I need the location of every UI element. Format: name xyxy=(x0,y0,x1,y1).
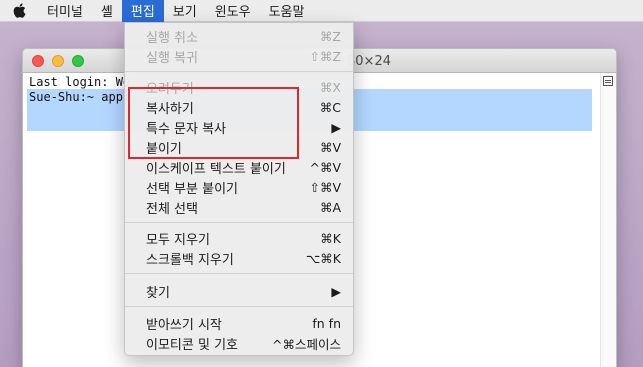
zoom-button[interactable] xyxy=(72,55,84,67)
menu-item-shortcut: ^⌘스페이스 xyxy=(272,336,341,352)
menu-item-shortcut: ⌘V xyxy=(319,139,341,155)
close-button[interactable] xyxy=(32,55,44,67)
menu-item-copy-special[interactable]: 특수 문자 복사 ▶ xyxy=(125,117,353,137)
menu-item-label: 이스케이프 텍스트 붙이기 xyxy=(146,161,286,177)
menu-item-undo[interactable]: 실행 취소 ⌘Z xyxy=(125,26,353,46)
menu-item-label: 복사하기 xyxy=(146,101,194,117)
menu-item-shortcut: ⌘X xyxy=(319,79,341,95)
menu-item-shortcut: ⌘C xyxy=(319,99,341,115)
menu-item-select-all[interactable]: 전체 선택 ⌘A xyxy=(125,197,353,217)
menu-item-label: 특수 문자 복사 xyxy=(146,121,227,137)
menu-separator xyxy=(125,306,353,307)
menu-item-paste[interactable]: 붙이기 ⌘V xyxy=(125,137,353,157)
menu-item-copy[interactable]: 복사하기 ⌘C xyxy=(125,97,353,117)
menu-item-label: 붙이기 xyxy=(146,141,182,157)
menu-item-shortcut: ⇧⌘Z xyxy=(309,48,341,64)
menu-item-label: 실행 취소 xyxy=(146,30,198,46)
submenu-arrow-icon: ▶ xyxy=(331,283,341,299)
menu-item-paste-escaped[interactable]: 이스케이프 텍스트 붙이기 ^⌘V xyxy=(125,157,353,177)
menu-view[interactable]: 보기 xyxy=(164,0,206,22)
menu-item-start-dictation[interactable]: 받아쓰기 시작 fn fn xyxy=(125,313,353,333)
apple-menu-icon[interactable] xyxy=(0,0,38,22)
split-pane-icon[interactable] xyxy=(603,76,613,86)
menu-separator xyxy=(125,273,353,274)
menu-separator xyxy=(125,222,353,223)
menu-item-cut[interactable]: 오려두기 ⌘X xyxy=(125,77,353,97)
menu-item-label: 받아쓰기 시작 xyxy=(146,317,222,333)
menu-bar: 터미널 셸 편집 보기 윈도우 도움말 xyxy=(0,0,643,22)
menu-item-shortcut: ⌘K xyxy=(320,230,341,246)
menu-item-clear-all[interactable]: 모두 지우기 ⌘K xyxy=(125,228,353,248)
submenu-arrow-icon: ▶ xyxy=(331,119,341,135)
menu-item-emoji-symbols[interactable]: 이모티콘 및 기호 ^⌘스페이스 xyxy=(125,333,353,353)
menu-item-shortcut: ^⌘V xyxy=(309,159,341,175)
menu-help[interactable]: 도움말 xyxy=(260,0,314,22)
menu-window[interactable]: 윈도우 xyxy=(206,0,260,22)
menu-item-label: 모두 지우기 xyxy=(146,232,210,248)
menu-item-shortcut: ⇧⌘V xyxy=(309,179,341,195)
menu-shell[interactable]: 셸 xyxy=(92,0,122,22)
menu-item-label: 선택 부분 붙이기 xyxy=(146,181,238,197)
menu-item-label: 찾기 xyxy=(146,285,170,301)
menu-item-shortcut: fn fn xyxy=(312,315,341,331)
menu-item-redo[interactable]: 실행 복귀 ⇧⌘Z xyxy=(125,46,353,66)
menu-item-label: 이모티콘 및 기호 xyxy=(146,337,238,353)
terminal-line-login: Last login: We xyxy=(29,75,131,89)
menu-item-label: 실행 복귀 xyxy=(146,50,198,66)
menu-item-clear-scrollback[interactable]: 스크롤백 지우기 ⌥⌘K xyxy=(125,248,353,268)
menu-item-label: 오려두기 xyxy=(146,81,194,97)
menu-edit[interactable]: 편집 xyxy=(121,0,164,22)
menu-item-shortcut: ⌘A xyxy=(319,199,341,215)
menu-item-shortcut: ⌥⌘K xyxy=(305,250,341,266)
menu-separator xyxy=(125,71,353,72)
menu-item-shortcut: ⌘Z xyxy=(319,28,341,44)
menu-item-paste-selection[interactable]: 선택 부분 붙이기 ⇧⌘V xyxy=(125,177,353,197)
menu-terminal[interactable]: 터미널 xyxy=(38,0,92,22)
menu-item-label: 스크롤백 지우기 xyxy=(146,252,234,268)
scrollbar[interactable] xyxy=(600,73,616,367)
minimize-button[interactable] xyxy=(52,55,64,67)
edit-menu-dropdown: 실행 취소 ⌘Z 실행 복귀 ⇧⌘Z 오려두기 ⌘X 복사하기 ⌘C 특수 문자… xyxy=(124,22,354,356)
menu-item-find[interactable]: 찾기 ▶ xyxy=(125,281,353,301)
terminal-line-prompt: Sue-Shu:~ appl xyxy=(29,90,131,104)
menu-item-label: 전체 선택 xyxy=(146,201,198,217)
